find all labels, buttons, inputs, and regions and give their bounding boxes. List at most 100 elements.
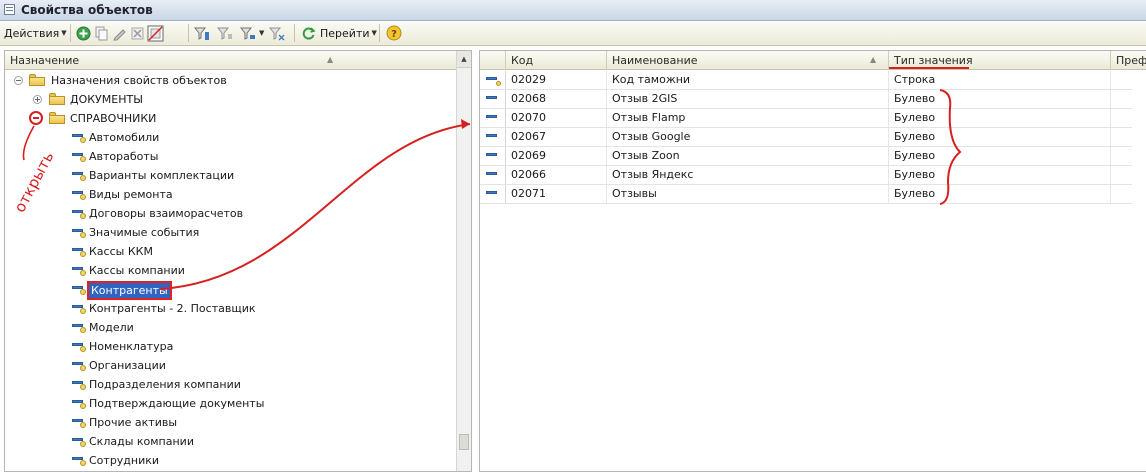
tree-item[interactable]: Контрагенты xyxy=(5,280,455,300)
tree-item[interactable]: Значимые события xyxy=(5,223,455,242)
tree-item-label: Значимые события xyxy=(89,226,200,239)
tree-item[interactable]: Кассы компании xyxy=(5,261,455,280)
tree-scrollbar[interactable]: ▲ xyxy=(456,51,471,471)
folder-icon xyxy=(49,93,65,105)
property-icon xyxy=(72,207,88,219)
property-icon xyxy=(72,321,88,333)
cell-value-type: Булево xyxy=(889,90,1111,108)
tree-item[interactable]: Номенклатура xyxy=(5,337,455,356)
mark-deleted-icon[interactable] xyxy=(146,24,164,42)
property-icon xyxy=(72,245,88,257)
cell-value-type: Строка xyxy=(889,71,1111,89)
tree-item[interactable]: Сотрудники xyxy=(5,451,455,470)
tree-item-label: Модели xyxy=(89,321,134,334)
property-icon xyxy=(72,340,88,352)
table-row[interactable]: 02068 Отзыв 2GIS Булево xyxy=(480,90,1132,109)
actions-label: Действия xyxy=(4,26,60,40)
goto-menu[interactable]: Перейти ▼ xyxy=(299,24,377,42)
cell-name: Код таможни xyxy=(607,71,889,89)
column-code[interactable]: Код xyxy=(506,51,607,70)
tree-item[interactable]: Подразделения компании xyxy=(5,375,455,394)
tree-item[interactable]: Автоработы xyxy=(5,147,455,166)
add-icon[interactable] xyxy=(74,24,92,42)
edit-icon[interactable] xyxy=(110,24,128,42)
expand-icon[interactable] xyxy=(33,95,42,104)
property-icon xyxy=(72,359,88,371)
filter-icon[interactable] xyxy=(193,24,211,42)
tree-group-label: СПРАВОЧНИКИ xyxy=(70,112,157,125)
tree-item[interactable]: Прочие активы xyxy=(5,413,455,432)
table-row[interactable]: 02071 Отзывы Булево xyxy=(480,185,1132,204)
collapse-icon[interactable] xyxy=(29,111,43,125)
delete-icon[interactable] xyxy=(128,24,146,42)
tree-item[interactable]: Автомобили xyxy=(5,128,455,147)
tree-group-catalogs[interactable]: СПРАВОЧНИКИ xyxy=(5,109,455,128)
property-icon xyxy=(486,150,502,162)
help-icon[interactable]: ? xyxy=(385,24,403,42)
property-icon xyxy=(486,131,502,143)
table-row[interactable]: 02029 Код таможни Строка xyxy=(480,71,1132,90)
tree-item[interactable]: Контрагенты - 2. Поставщик xyxy=(5,299,455,318)
tree-item[interactable]: Модели xyxy=(5,318,455,337)
tree-item-label: Виды ремонта xyxy=(89,188,173,201)
cell-code: 02068 xyxy=(506,90,607,108)
tree-item-label: Склады компании xyxy=(89,435,194,448)
tree-item[interactable]: Организации xyxy=(5,356,455,375)
cell-name: Отзыв Zoon xyxy=(607,147,889,165)
filter-off-icon[interactable] xyxy=(268,24,286,42)
column-prefix[interactable]: Префи xyxy=(1111,51,1146,70)
row-marker xyxy=(480,128,506,146)
table-row[interactable]: 02067 Отзыв Google Булево xyxy=(480,128,1132,147)
property-icon xyxy=(72,131,88,143)
cell-code: 02029 xyxy=(506,71,607,89)
row-marker xyxy=(480,147,506,165)
row-marker xyxy=(480,166,506,184)
table-row[interactable]: 02066 Отзыв Яндекс Булево xyxy=(480,166,1132,185)
property-icon xyxy=(72,397,88,409)
actions-menu[interactable]: Действия ▼ xyxy=(4,24,67,42)
property-icon xyxy=(486,169,502,181)
tree-root[interactable]: Назначения свойств объектов xyxy=(5,71,455,90)
copy-icon[interactable] xyxy=(92,24,110,42)
property-icon xyxy=(72,150,88,162)
cell-code: 02069 xyxy=(506,147,607,165)
tree-header[interactable]: Назначение ▲ xyxy=(5,51,456,70)
row-marker xyxy=(480,185,506,203)
property-icon xyxy=(72,264,88,276)
tree-item-label: Договоры взаиморасчетов xyxy=(89,207,244,220)
property-icon xyxy=(72,188,88,200)
chevron-down-icon[interactable]: ▼ xyxy=(259,29,264,37)
cell-name: Отзыв 2GIS xyxy=(607,90,889,108)
row-marker xyxy=(480,90,506,108)
tree-item[interactable]: Кассы ККМ xyxy=(5,242,455,261)
collapse-icon[interactable] xyxy=(14,76,23,85)
cell-code: 02070 xyxy=(506,109,607,127)
property-icon xyxy=(72,454,88,466)
scroll-thumb[interactable] xyxy=(459,434,469,450)
window-icon xyxy=(4,4,15,15)
property-icon xyxy=(486,93,502,105)
tree-item[interactable]: Подтверждающие документы xyxy=(5,394,455,413)
filter-dropdown-icon[interactable] xyxy=(239,24,257,42)
tree-item[interactable]: Варианты комплектации xyxy=(5,166,455,185)
cell-code: 02071 xyxy=(506,185,607,203)
table-row[interactable]: 02069 Отзыв Zoon Булево xyxy=(480,147,1132,166)
cell-name: Отзыв Flamp xyxy=(607,109,889,127)
window-title: Свойства объектов xyxy=(21,3,153,17)
tree-item[interactable]: Склады компании xyxy=(5,432,455,451)
column-name[interactable]: Наименование xyxy=(607,51,889,70)
cell-value-type: Булево xyxy=(889,128,1111,146)
tree-item-label: Контрагенты - 2. Поставщик xyxy=(89,302,256,315)
tree-item-label: Автоработы xyxy=(89,150,159,163)
tree-group-label: ДОКУМЕНТЫ xyxy=(70,93,143,106)
property-icon xyxy=(72,416,88,428)
grid-header-marker xyxy=(480,51,506,70)
tree-group-documents[interactable]: ДОКУМЕНТЫ xyxy=(5,90,455,109)
scroll-up-icon[interactable]: ▲ xyxy=(457,51,471,68)
tree-item[interactable]: Договоры взаиморасчетов xyxy=(5,204,455,223)
tree-header-label: Назначение xyxy=(10,54,80,67)
chevron-down-icon: ▼ xyxy=(61,29,67,37)
tree-item[interactable]: Виды ремонта xyxy=(5,185,455,204)
table-row[interactable]: 02070 Отзыв Flamp Булево xyxy=(480,109,1132,128)
filter-clear-icon[interactable] xyxy=(216,24,234,42)
